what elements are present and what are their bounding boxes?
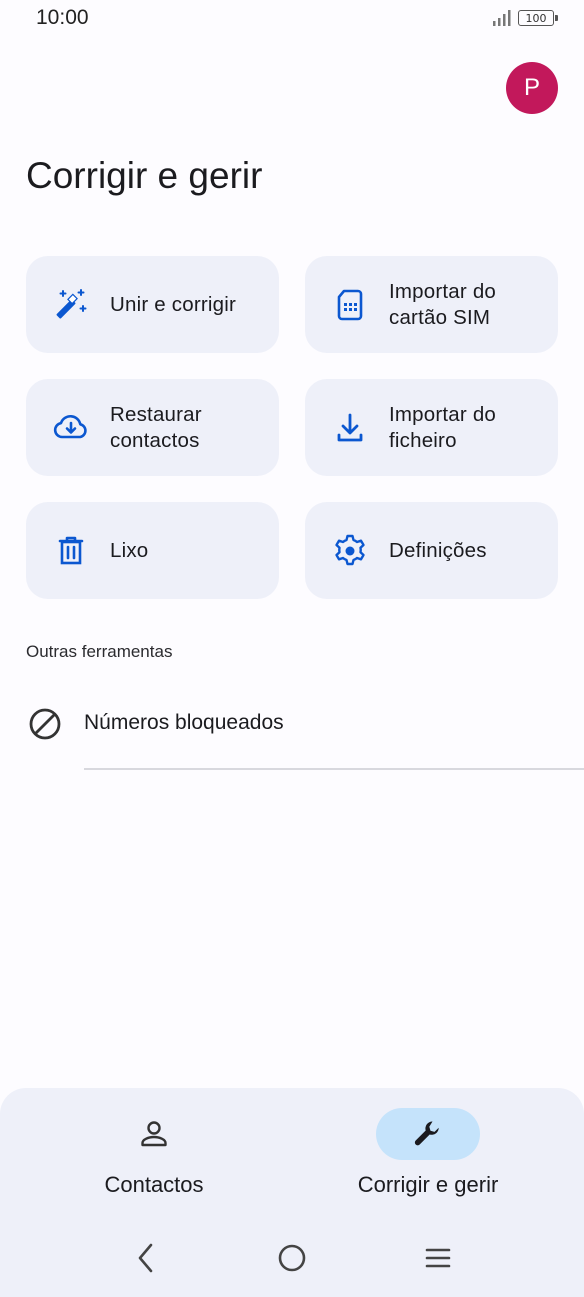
restore-contacts-tile[interactable]: Restaurar contactos	[26, 379, 279, 476]
home-icon[interactable]	[274, 1240, 310, 1276]
nav-fix-label: Corrigir e gerir	[357, 1172, 499, 1197]
trash-icon	[52, 532, 90, 570]
merge-fix-tile[interactable]: Unir e corrigir	[26, 256, 279, 353]
back-icon[interactable]	[128, 1240, 164, 1276]
menu-icon[interactable]	[420, 1240, 456, 1276]
cloud-download-icon	[52, 409, 90, 447]
tile-label: Importar do cartão SIM	[389, 279, 497, 329]
list-divider	[84, 768, 584, 770]
wrench-icon	[414, 1121, 439, 1146]
signal-icon	[493, 10, 511, 26]
tile-label: Lixo	[110, 538, 149, 562]
page-title: Corrigir e gerir	[26, 155, 263, 196]
blocked-numbers-item[interactable]: Números bloqueados	[0, 690, 584, 760]
battery-level: 100	[525, 11, 547, 25]
person-icon	[141, 1121, 167, 1147]
settings-tile[interactable]: Definições	[305, 502, 558, 599]
nav-contacts[interactable]: Contactos	[24, 1108, 284, 1198]
gear-icon	[331, 532, 369, 570]
nav-pill-selected	[376, 1108, 480, 1160]
block-icon	[29, 708, 61, 740]
import-sim-tile[interactable]: Importar do cartão SIM	[305, 256, 558, 353]
system-navigation-bar	[0, 1228, 584, 1288]
sim-card-icon	[331, 286, 369, 324]
trash-tile[interactable]: Lixo	[26, 502, 279, 599]
status-icons: 100	[492, 9, 558, 27]
magic-wand-icon	[52, 286, 90, 324]
tools-grid: Unir e corrigir Importar do cartão SIM R…	[26, 256, 558, 599]
download-icon	[331, 409, 369, 447]
tile-label: Unir e corrigir	[110, 292, 237, 316]
nav-pill	[102, 1108, 206, 1160]
nav-fix-manage[interactable]: Corrigir e gerir	[298, 1108, 558, 1198]
tile-label: Importar do ficheiro	[389, 402, 497, 452]
import-file-tile[interactable]: Importar do ficheiro	[305, 379, 558, 476]
account-avatar[interactable]: P	[506, 62, 558, 114]
tile-label: Definições	[389, 538, 487, 562]
battery-icon: 100	[518, 10, 558, 26]
other-tools-header: Outras ferramentas	[26, 642, 173, 661]
status-bar: 10:00 100	[0, 0, 584, 40]
status-time: 10:00	[36, 6, 89, 29]
nav-contacts-label: Contactos	[104, 1172, 204, 1197]
blocked-numbers-label: Números bloqueados	[84, 711, 284, 734]
tile-label: Restaurar contactos	[110, 402, 202, 452]
avatar-letter: P	[523, 74, 540, 101]
